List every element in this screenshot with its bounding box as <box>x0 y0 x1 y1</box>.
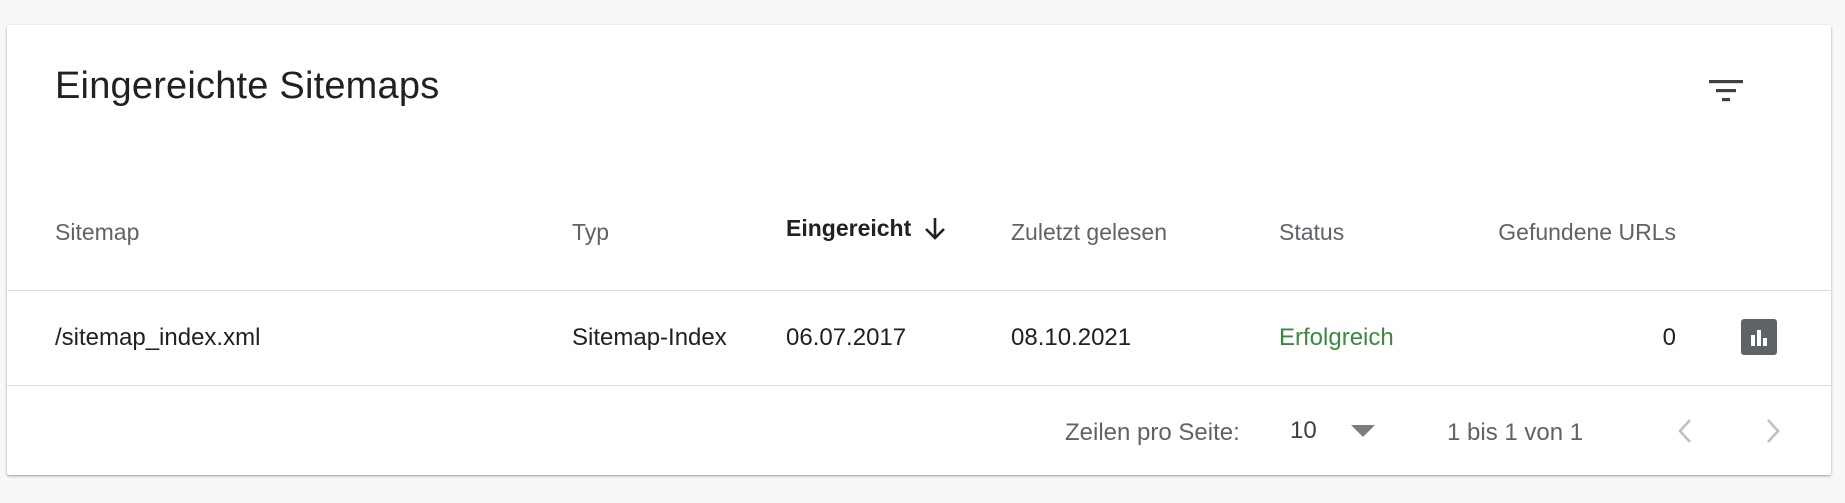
rows-per-page-label: Zeilen pro Seite: <box>1065 419 1240 446</box>
cell-last-read: 08.10.2021 <box>1011 324 1132 351</box>
previous-page-button[interactable] <box>1661 407 1709 455</box>
column-header-last-read[interactable]: Zuletzt gelesen <box>1011 219 1167 246</box>
cell-found-urls: 0 <box>1662 324 1676 351</box>
filter-list-icon <box>1709 80 1743 102</box>
filter-button[interactable] <box>1700 65 1752 117</box>
pagination-footer: Zeilen pro Seite: 10 1 bis 1 von 1 <box>7 385 1831 475</box>
column-header-submitted-label: Eingereicht <box>786 215 912 241</box>
table-row[interactable]: /sitemap_index.xml Sitemap-Index 06.07.2… <box>7 291 1831 386</box>
column-header-status[interactable]: Status <box>1279 219 1344 246</box>
column-header-type[interactable]: Typ <box>572 219 609 246</box>
dropdown-arrow-icon <box>1350 425 1375 437</box>
sitemaps-card: Eingereichte Sitemaps Sitemap Typ Einger… <box>7 25 1831 475</box>
column-header-found-urls[interactable]: Gefundene URLs <box>1498 219 1676 246</box>
card-title: Eingereichte Sitemaps <box>55 65 440 107</box>
cell-type: Sitemap-Index <box>572 324 727 351</box>
table-header-row: Sitemap Typ Eingereicht Zuletzt gelesen … <box>7 185 1831 291</box>
arrow-downward-icon <box>925 217 946 240</box>
column-header-sitemap[interactable]: Sitemap <box>55 219 139 246</box>
open-report-button[interactable] <box>1741 319 1777 355</box>
next-page-button[interactable] <box>1749 407 1797 455</box>
bar-chart-icon <box>1751 330 1767 346</box>
rows-per-page-select[interactable]: 10 <box>1290 409 1390 453</box>
rows-per-page-value: 10 <box>1290 417 1317 444</box>
chevron-left-icon <box>1678 419 1691 443</box>
chevron-right-icon <box>1767 419 1780 443</box>
column-header-submitted[interactable]: Eingereicht <box>786 215 947 242</box>
cell-submitted: 06.07.2017 <box>786 324 907 351</box>
pagination-range: 1 bis 1 von 1 <box>1447 419 1584 446</box>
cell-sitemap: /sitemap_index.xml <box>55 324 261 351</box>
cell-status: Erfolgreich <box>1279 324 1394 351</box>
